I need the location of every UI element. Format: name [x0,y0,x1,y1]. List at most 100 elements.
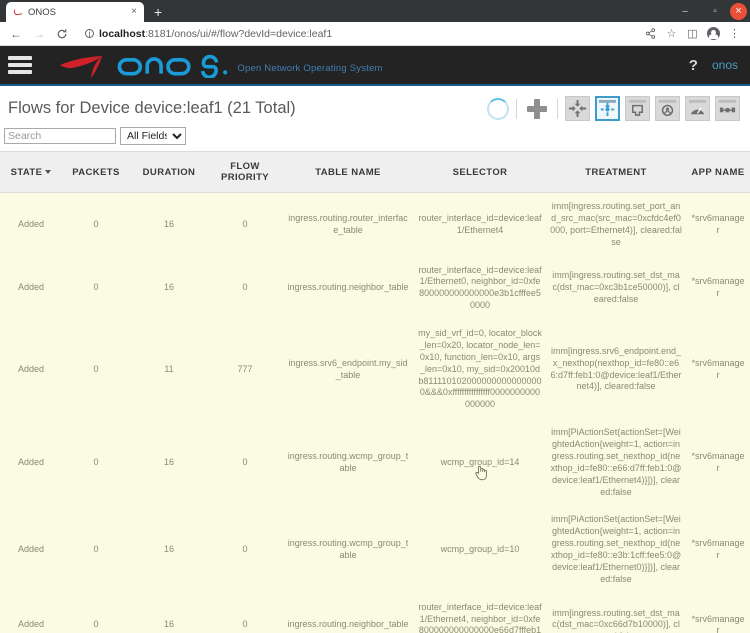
group-icon[interactable] [655,96,680,121]
onos-masthead: Open Network Operating System ? onos [0,46,750,86]
divider [516,98,517,119]
device-icon[interactable] [595,96,620,121]
cell-priority: 0 [208,419,282,507]
bookmark-star-icon[interactable]: ☆ [662,24,681,43]
flows-table-wrapper: STATE PACKETS DURATION FLOW PRIORITY TAB… [0,151,750,633]
topology-icon[interactable] [565,96,590,121]
close-icon[interactable]: × [129,7,139,17]
meter-icon[interactable] [685,96,710,121]
column-header-flow-priority[interactable]: FLOW PRIORITY [208,151,282,193]
column-header-table-name[interactable]: TABLE NAME [282,151,414,193]
column-header-selector[interactable]: SELECTOR [414,151,546,193]
cell-selector: router_interface_id=device:leaf1/Etherne… [414,256,546,320]
address-bar[interactable]: i localhost:8181/onos/ui/#/flow?devId=de… [75,25,638,43]
nav-menu-button[interactable] [8,54,32,76]
table-row[interactable]: Added 0 11 777 ingress.srv6_endpoint.my_sid_… [0,320,750,420]
table-row[interactable]: Added 0 16 0 ingress.routing.neighbor_table r… [0,256,750,320]
cell-priority: 777 [208,320,282,420]
cell-selector: my_sid_vrf_id=0, locator_block_len=0x20,… [414,320,546,420]
cell-treatment: imm[PiActionSet(actionSet=[WeightedActio… [546,419,686,507]
page-title: Flows for Device device:leaf1 (21 Total) [8,99,296,117]
sort-desc-icon [45,169,52,174]
cell-packets: 0 [62,419,130,507]
flows-table-head: STATE PACKETS DURATION FLOW PRIORITY TAB… [0,151,750,193]
cell-packets: 0 [62,192,130,257]
page-header: Flows for Device device:leaf1 (21 Total) [0,86,750,125]
cell-state: Added [0,419,62,507]
site-info-icon[interactable]: i [85,29,94,39]
column-header-duration[interactable]: DURATION [130,151,208,193]
onos-favicon-icon [13,7,23,17]
minimize-button[interactable]: – [670,0,700,22]
cell-priority: 0 [208,192,282,257]
share-icon[interactable] [641,24,660,43]
window-close-button[interactable]: × [730,2,747,20]
search-input[interactable] [4,128,116,144]
cell-app-name: *srv6manager [686,192,750,257]
column-header-app-name[interactable]: APP NAME [686,151,750,193]
cell-duration: 16 [130,419,208,507]
cell-treatment: imm[ingress.routing.set_dst_mac(dst_mac=… [546,256,686,320]
search-field-select[interactable]: All Fields [120,127,186,145]
browser-tab-bar: ONOS × + – ▫ × [0,0,750,22]
cell-app-name: *srv6manager [686,320,750,420]
column-header-state[interactable]: STATE [0,151,62,193]
onos-bird-icon [60,56,102,78]
reload-icon[interactable] [52,24,72,44]
cell-selector: router_interface_id=device:leaf1/Etherne… [414,192,546,257]
browser-toolbar: ← → i localhost:8181/onos/ui/#/flow?devI… [0,22,750,46]
forward-icon[interactable]: → [29,24,49,44]
port-icon[interactable] [625,96,650,121]
cell-table-name: ingress.routing.neighbor_table [282,256,414,320]
cell-app-name: *srv6manager [686,506,750,594]
cell-treatment: imm[ingress.routing.set_dst_mac(dst_mac=… [546,593,686,633]
table-header-row: STATE PACKETS DURATION FLOW PRIORITY TAB… [0,151,750,193]
cell-selector: wcmp_group_id=14 [414,419,546,507]
cell-duration: 16 [130,192,208,257]
column-label-state: STATE [10,166,43,178]
table-row[interactable]: Added 0 16 0 ingress.routing.wcmp_group_tabl… [0,419,750,507]
browser-tab-onos[interactable]: ONOS × [6,2,144,22]
refresh-icon[interactable] [487,97,509,120]
onos-wordmark [117,54,228,78]
add-icon[interactable] [527,98,547,119]
cell-packets: 0 [62,320,130,420]
help-icon[interactable]: ? [689,57,698,74]
profile-avatar-icon[interactable] [704,24,723,43]
cell-priority: 0 [208,593,282,633]
side-panel-icon[interactable]: ◫ [683,24,702,43]
cell-priority: 0 [208,506,282,594]
url-path: :8181/onos/ui/#/flow?devId=device:leaf1 [145,27,333,40]
window-controls: – ▫ × [670,0,750,22]
cell-treatment: imm[ingress.routing.set_port_and_src_mac… [546,192,686,257]
cell-table-name: ingress.srv6_endpoint.my_sid_table [282,320,414,420]
onos-logo[interactable]: Open Network Operating System [58,50,383,80]
cell-packets: 0 [62,256,130,320]
cell-table-name: ingress.routing.router_interface_table [282,192,414,257]
maximize-button[interactable]: ▫ [700,0,730,22]
user-label[interactable]: onos [712,58,738,72]
masthead-right: ? onos [689,57,738,74]
table-row[interactable]: Added 0 16 0 ingress.routing.router_interfac… [0,192,750,257]
cell-app-name: *srv6manager [686,256,750,320]
browser-menu-icon[interactable]: ⋮ [725,24,744,43]
cell-selector: router_interface_id=device:leaf1/Etherne… [414,593,546,633]
search-row: All Fields [0,125,750,151]
cell-state: Added [0,256,62,320]
cell-selector: wcmp_group_id=10 [414,506,546,594]
cell-packets: 0 [62,593,130,633]
divider [557,98,558,119]
column-header-packets[interactable]: PACKETS [62,151,130,193]
browser-toolbar-icons: ☆ ◫ ⋮ [641,24,744,43]
back-icon[interactable]: ← [6,24,26,44]
new-tab-button[interactable]: + [154,5,162,19]
cell-app-name: *srv6manager [686,419,750,507]
column-header-treatment[interactable]: TREATMENT [546,151,686,193]
cell-table-name: ingress.routing.wcmp_group_table [282,506,414,594]
table-row[interactable]: Added 0 16 0 ingress.routing.wcmp_group_tabl… [0,506,750,594]
cell-duration: 16 [130,593,208,633]
cell-duration: 11 [130,320,208,420]
flows-table: STATE PACKETS DURATION FLOW PRIORITY TAB… [0,151,750,633]
pipeconf-icon[interactable] [715,96,740,121]
table-row[interactable]: Added 0 16 0 ingress.routing.neighbor_table r… [0,593,750,633]
